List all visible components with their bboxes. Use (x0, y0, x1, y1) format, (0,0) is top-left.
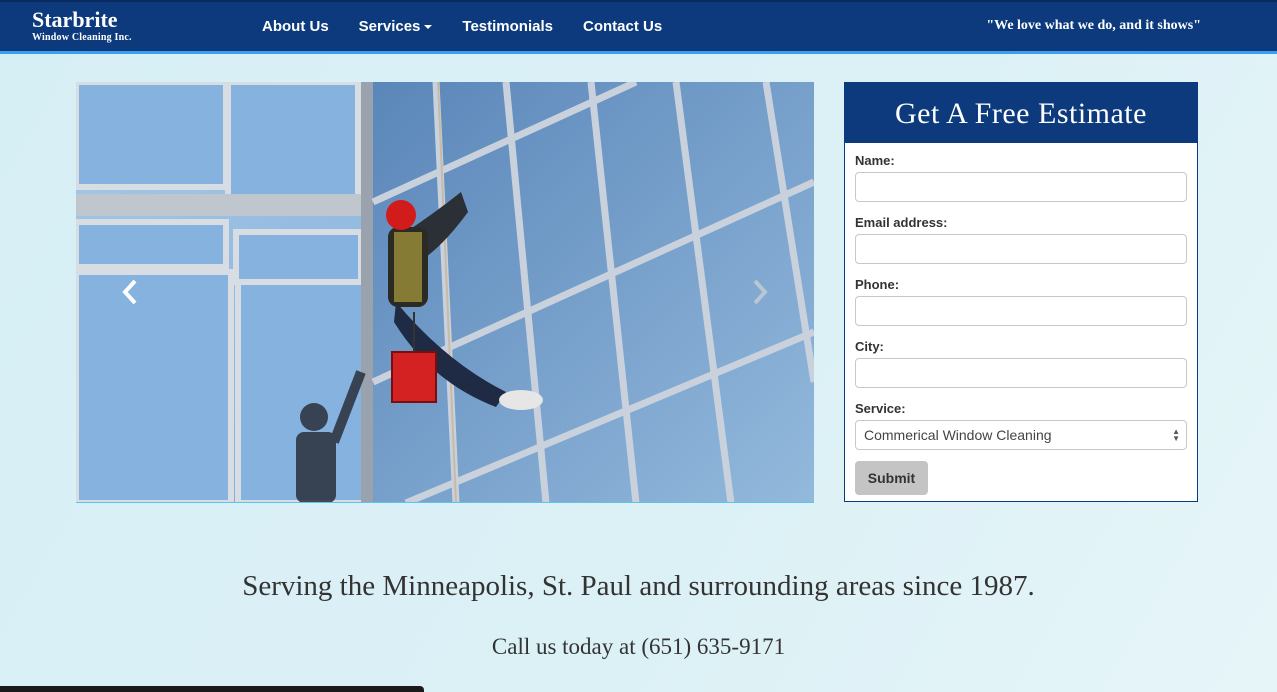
tagline: "We love what we do, and it shows" (986, 18, 1201, 33)
select-arrows-icon: ▲ ▼ (1172, 427, 1180, 443)
nav-item-services-label: Services (358, 18, 421, 35)
email-label: Email address: (855, 215, 948, 230)
phone-input[interactable] (855, 296, 1187, 326)
submit-button[interactable]: Submit (855, 461, 928, 495)
brand-logo[interactable]: Starbrite Window Cleaning Inc. (32, 8, 132, 44)
name-field-group: Name: (855, 153, 1187, 202)
city-field-group: City: (855, 339, 1187, 388)
brand-subtitle: Window Cleaning Inc. (32, 32, 132, 43)
service-label: Service: (855, 401, 906, 416)
name-label: Name: (855, 153, 895, 168)
caret-down-icon (424, 25, 433, 30)
brand-name: Starbrite (32, 7, 118, 32)
service-selected-value: Commerical Window Cleaning (864, 427, 1052, 443)
nav-item-services[interactable]: Services (359, 18, 433, 35)
nav-item-about-us[interactable]: About Us (262, 18, 329, 35)
call-us-text: Call us today at (651) 635-9171 (491, 634, 786, 659)
chevron-right-icon (753, 279, 768, 305)
name-input[interactable] (855, 172, 1187, 202)
city-label: City: (855, 339, 884, 354)
email-field-group: Email address: (855, 215, 1187, 264)
main-nav: About Us Services Testimonials Contact U… (262, 18, 692, 35)
free-estimate-form: Get A Free Estimate Name: Email address:… (844, 82, 1198, 502)
browser-status-bar (0, 686, 424, 692)
carousel-next-button[interactable] (704, 82, 814, 502)
nav-item-testimonials[interactable]: Testimonials (462, 18, 553, 35)
nav-item-contact-us[interactable]: Contact Us (583, 18, 662, 35)
serving-area-text: Serving the Minneapolis, St. Paul and su… (242, 570, 1035, 602)
chevron-left-icon (122, 279, 137, 305)
image-carousel (76, 82, 814, 503)
service-select[interactable]: Commerical Window Cleaning ▲ ▼ (855, 420, 1187, 450)
phone-label: Phone: (855, 277, 900, 292)
city-input[interactable] (855, 358, 1187, 388)
service-field-group: Service: Commerical Window Cleaning ▲ ▼ (855, 401, 1187, 450)
navbar: Starbrite Window Cleaning Inc. About Us … (0, 0, 1277, 54)
estimate-title: Get A Free Estimate (845, 83, 1197, 143)
carousel-prev-button[interactable] (76, 82, 186, 502)
email-input[interactable] (855, 234, 1187, 264)
phone-field-group: Phone: (855, 277, 1187, 326)
